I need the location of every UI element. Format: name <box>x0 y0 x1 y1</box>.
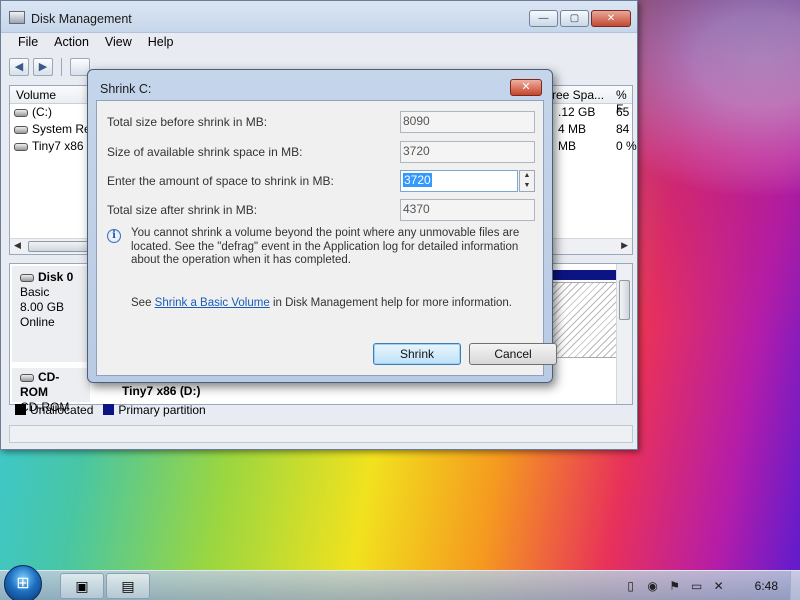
help-line: See Shrink a Basic Volume in Disk Manage… <box>131 297 512 309</box>
dialog-title: Shrink C: <box>100 82 152 96</box>
selected-partition-block[interactable] <box>550 282 620 358</box>
shrink-button[interactable]: Shrink <box>373 343 461 365</box>
total-before-value: 8090 <box>400 111 535 133</box>
taskbar: ⊞ ▣ ▤ ▯ ◉ ⚑ ▭ ✕ 6:48 <box>0 565 800 600</box>
cdrom-partition[interactable]: Tiny7 x86 (D:) <box>122 384 200 398</box>
volume-name: (C:) <box>32 105 52 119</box>
total-after-value: 4370 <box>400 199 535 221</box>
menu-view[interactable]: View <box>97 33 140 53</box>
volume-pct: 0 % <box>616 139 637 153</box>
disk0-name: Disk 0 <box>38 270 74 284</box>
help-link[interactable]: Shrink a Basic Volume <box>155 297 270 309</box>
toolbar-separator <box>61 58 62 76</box>
menu-file[interactable]: File <box>10 33 46 53</box>
volume-free: MB <box>558 139 576 153</box>
taskbar-disk-management[interactable]: ▣ <box>60 573 104 599</box>
caption-buttons: — ▢ ✕ <box>529 10 631 27</box>
total-before-label: Total size before shrink in MB: <box>107 115 268 129</box>
disk0-type: Basic <box>20 285 50 299</box>
volume-free: 4 MB <box>558 122 587 136</box>
disk0-status: Online <box>20 315 55 329</box>
maximize-button[interactable]: ▢ <box>560 10 589 27</box>
shrink-dialog: Shrink C: ✕ Total size before shrink in … <box>87 69 557 383</box>
available-label: Size of available shrink space in MB: <box>107 145 303 159</box>
document-icon[interactable]: ▯ <box>623 578 639 594</box>
flag-icon[interactable]: ⚑ <box>667 578 683 594</box>
back-arrow-icon[interactable]: ◀ <box>9 58 29 76</box>
minimize-button[interactable]: — <box>529 10 558 27</box>
legend-primary: Primary partition <box>103 403 206 417</box>
network-icon[interactable]: ▭ <box>689 578 705 594</box>
scroll-left-icon[interactable]: ◀ <box>14 240 21 251</box>
status-bar <box>9 425 633 443</box>
cd-drive-icon <box>20 373 34 382</box>
menu-action[interactable]: Action <box>46 33 97 53</box>
cd-drive-icon <box>14 142 28 151</box>
disk-icon <box>20 273 34 282</box>
volume-free: .12 GB <box>558 105 596 119</box>
volume-name: Tiny7 x86 ( <box>32 139 91 153</box>
info-text: You cannot shrink a volume beyond the po… <box>131 227 520 266</box>
menu-help[interactable]: Help <box>140 33 182 53</box>
show-desktop-button[interactable] <box>790 571 800 600</box>
taskbar-explorer[interactable]: ▤ <box>106 573 150 599</box>
forward-arrow-icon[interactable]: ▶ <box>33 58 53 76</box>
scroll-thumb[interactable] <box>619 280 630 320</box>
primary-swatch <box>103 404 115 415</box>
info-icon: i <box>107 229 121 243</box>
spin-up-icon[interactable]: ▲ <box>520 171 534 181</box>
spin-down-icon[interactable]: ▼ <box>520 181 534 191</box>
drive-icon <box>14 108 28 117</box>
disk0-size: 8.00 GB <box>20 300 65 314</box>
partition-header-bar <box>550 270 620 280</box>
disk-management-app-icon <box>9 11 25 24</box>
cdrom-label[interactable]: CD-ROM CD-ROM <box>12 368 90 414</box>
system-tray: ▯ ◉ ⚑ ▭ ✕ 6:48 <box>623 571 800 600</box>
legend: Unallocated Primary partition <box>15 403 206 417</box>
menu-bar: File Action View Help <box>1 33 637 53</box>
volume-pct: 65 <box>616 105 630 119</box>
total-after-label: Total size after shrink in MB: <box>107 203 258 217</box>
start-button[interactable]: ⊞ <box>4 565 42 600</box>
window-title: Disk Management <box>31 12 132 26</box>
amount-label: Enter the amount of space to shrink in M… <box>107 174 334 188</box>
unallocated-swatch <box>15 404 26 415</box>
field-total-after: Total size after shrink in MB: 4370 <box>107 199 535 221</box>
clock[interactable]: 6:48 <box>755 579 778 593</box>
volume-muted-icon[interactable]: ✕ <box>711 578 727 594</box>
close-button[interactable]: ✕ <box>591 10 631 27</box>
drive-icon <box>14 125 28 134</box>
dialog-body: Total size before shrink in MB: 8090 Siz… <box>96 100 557 376</box>
volume-pct: 84 <box>616 122 630 136</box>
scroll-right-icon[interactable]: ▶ <box>621 240 628 251</box>
field-available: Size of available shrink space in MB: 37… <box>107 141 535 163</box>
cancel-button[interactable]: Cancel <box>469 343 557 365</box>
security-icon[interactable]: ◉ <box>645 578 661 594</box>
field-amount: Enter the amount of space to shrink in M… <box>107 170 535 192</box>
available-value: 3720 <box>400 141 535 163</box>
amount-spinner[interactable]: ▲ ▼ <box>519 170 535 192</box>
field-total-before: Total size before shrink in MB: 8090 <box>107 111 535 133</box>
column-volume[interactable]: Volume <box>16 88 56 102</box>
column-free-space[interactable]: ree Spa... <box>552 88 604 102</box>
legend-unallocated: Unallocated <box>15 403 93 417</box>
disk0-label[interactable]: Disk 0 Basic 8.00 GB Online <box>12 266 90 362</box>
window-titlebar[interactable]: Disk Management — ▢ ✕ <box>1 1 637 33</box>
dialog-close-button[interactable]: ✕ <box>510 79 542 96</box>
vertical-scrollbar[interactable] <box>616 264 632 404</box>
amount-input[interactable]: 3720 <box>400 170 518 192</box>
